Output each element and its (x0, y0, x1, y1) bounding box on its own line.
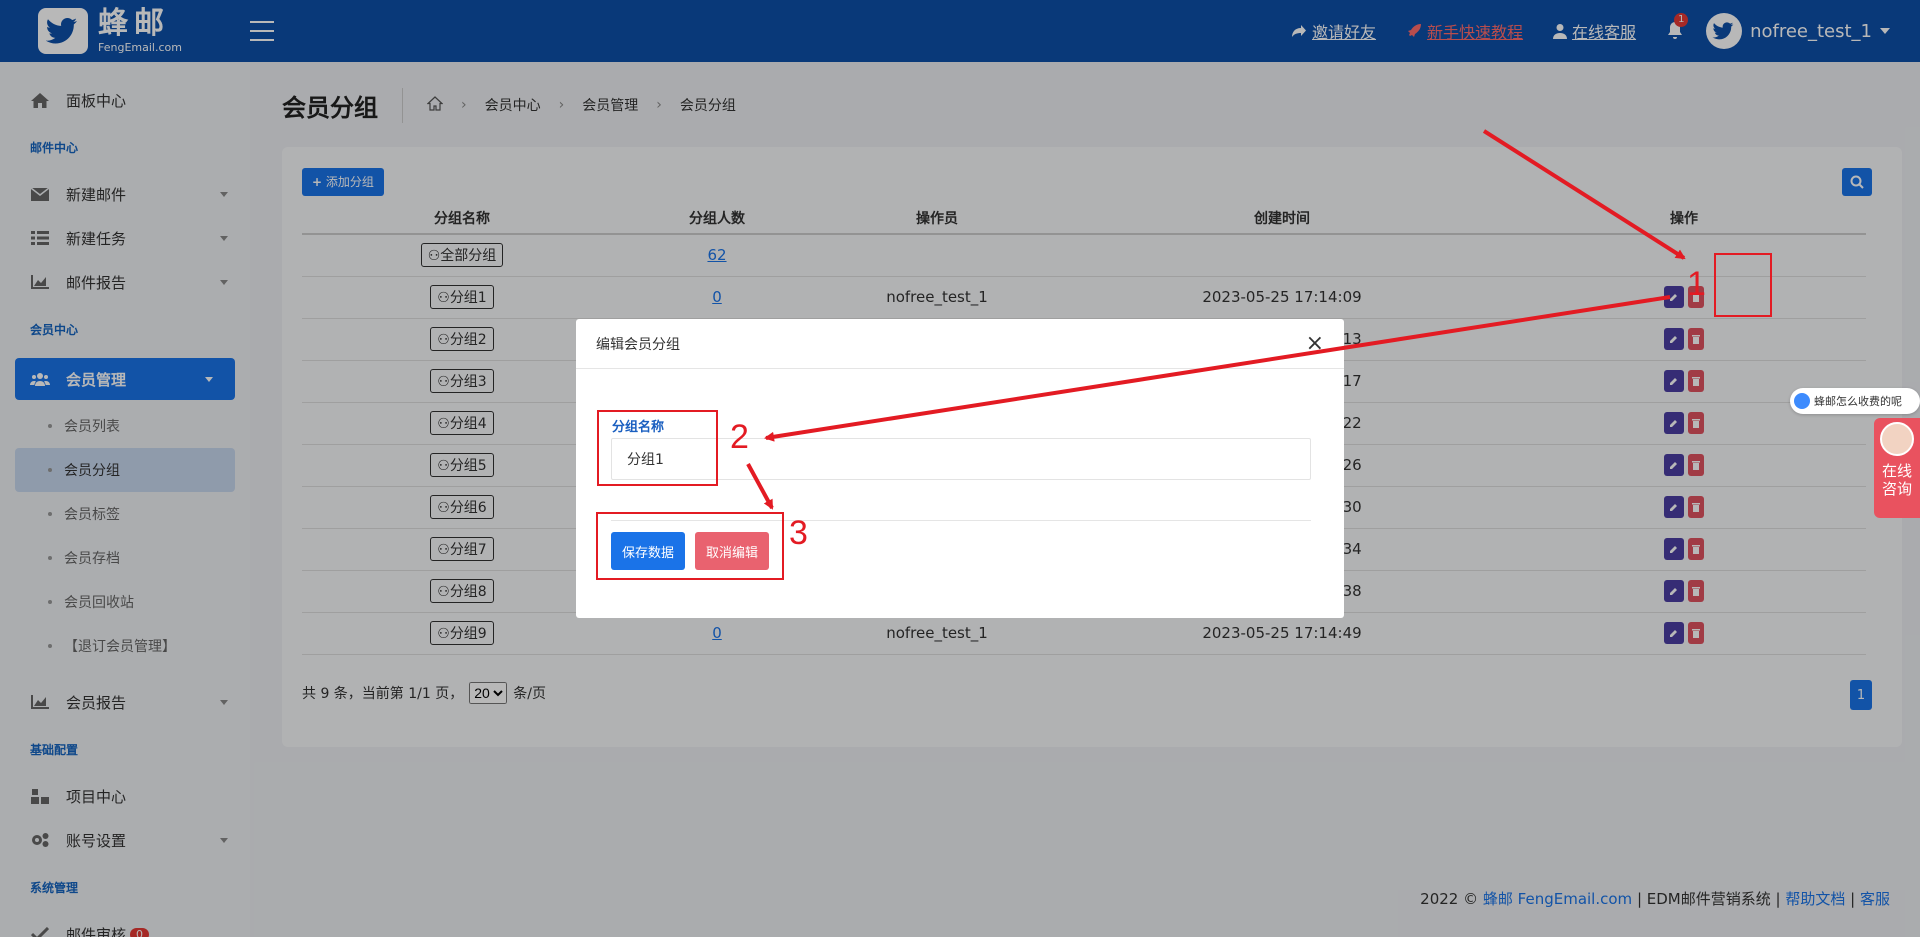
annotation-number-2: 2 (730, 418, 749, 456)
modal-title: 编辑会员分组 (596, 336, 680, 353)
annotation-number-3: 3 (789, 514, 808, 552)
online-consult-button[interactable]: 在线咨询 (1874, 418, 1920, 518)
chat-prompt-bubble[interactable]: 蜂邮怎么收费的呢 (1790, 388, 1920, 414)
modal-header: 编辑会员分组 × (576, 319, 1344, 369)
annotation-number-1: 1 (1687, 265, 1706, 303)
agent-avatar (1880, 422, 1914, 456)
annotation-box-field (597, 410, 718, 486)
annotation-box-edit-button (1714, 253, 1772, 317)
chat-icon (1794, 393, 1810, 409)
chat-prompt-text: 蜂邮怎么收费的呢 (1814, 395, 1902, 408)
close-icon[interactable]: × (1306, 331, 1324, 356)
online-consult-label: 在线咨询 (1882, 462, 1913, 498)
annotation-box-buttons (596, 512, 784, 580)
